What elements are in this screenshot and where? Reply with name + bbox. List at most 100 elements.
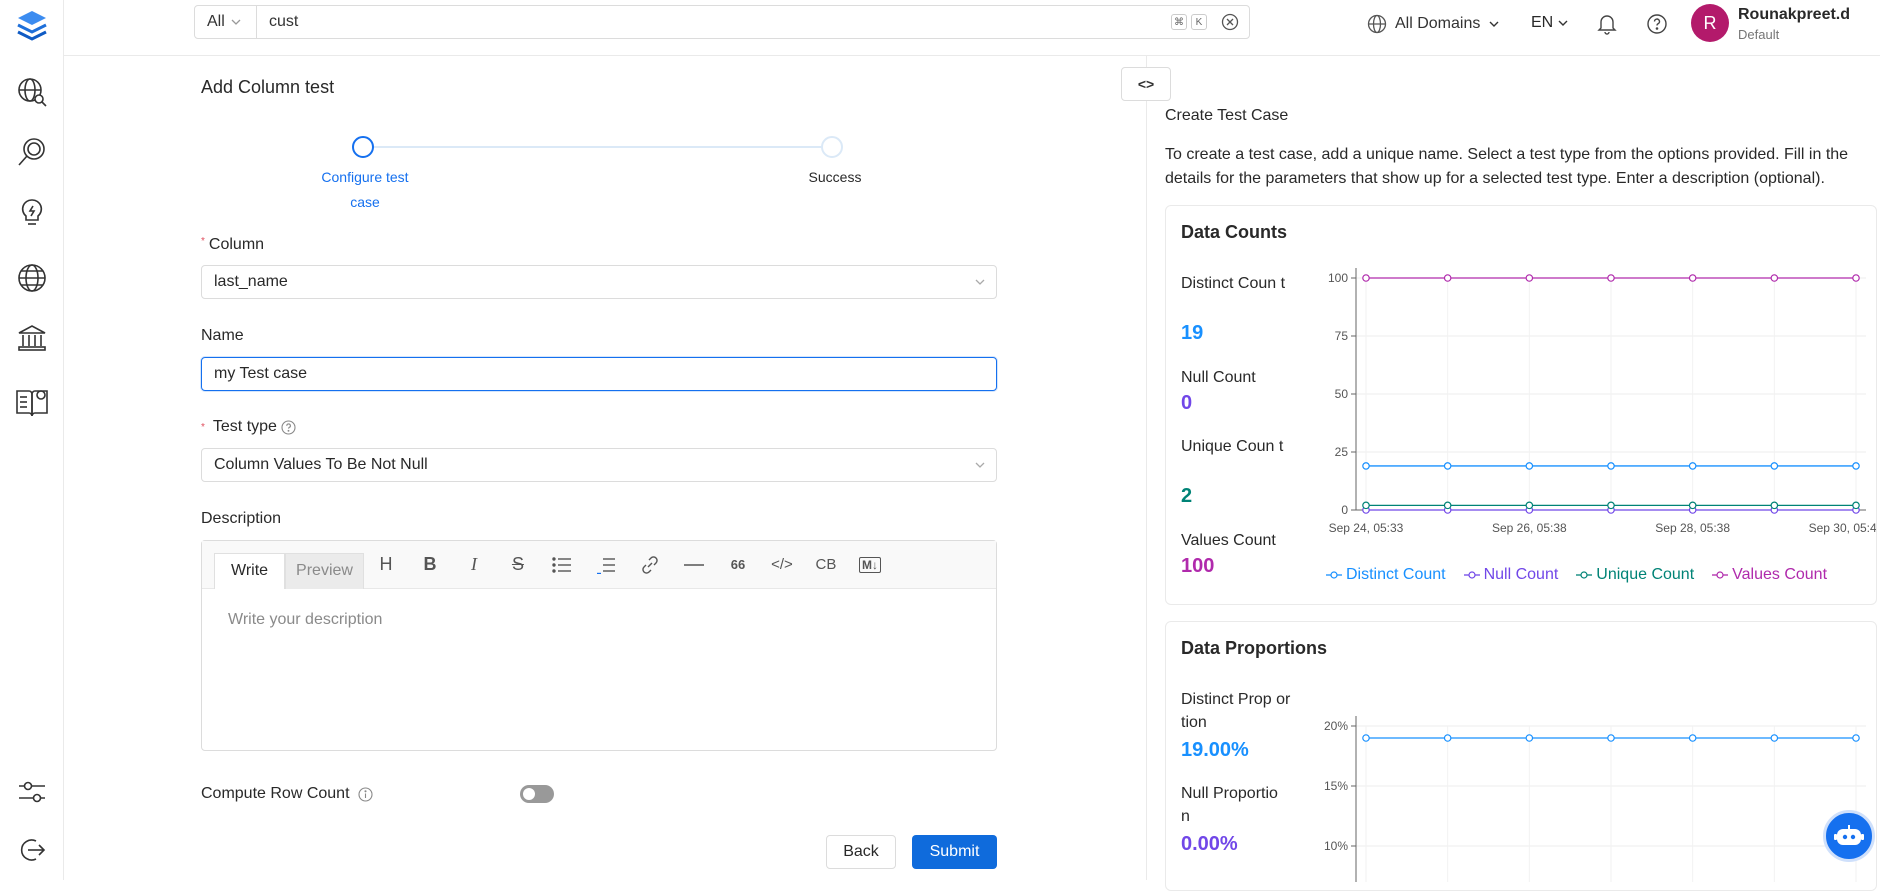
- submit-button[interactable]: Submit: [912, 835, 997, 869]
- app-logo-icon[interactable]: [14, 8, 50, 44]
- heading-glyph: H: [379, 554, 393, 574]
- data-point: [1607, 501, 1615, 510]
- panel-divider[interactable]: [1146, 56, 1147, 880]
- column-select[interactable]: last_name: [201, 265, 997, 299]
- panel-toggle-button[interactable]: <>: [1121, 67, 1171, 101]
- numbered-list-button[interactable]: [584, 545, 628, 585]
- data-point: [1688, 274, 1697, 282]
- chatbot-button[interactable]: [1823, 810, 1875, 862]
- y-tick-label: 100: [1328, 271, 1348, 285]
- search-scope-select[interactable]: All: [195, 6, 257, 38]
- markdown-button[interactable]: M↓: [848, 545, 892, 585]
- horizontal-rule-button[interactable]: [672, 545, 716, 585]
- codeblock-button[interactable]: CB: [804, 545, 848, 585]
- editor-toolbar: Write Preview H B I S 66 </> CB M↓: [202, 541, 996, 589]
- back-button[interactable]: Back: [826, 835, 896, 869]
- tab-write[interactable]: Write: [214, 552, 286, 589]
- toggle-knob: [523, 788, 535, 800]
- code-button[interactable]: </>: [760, 545, 804, 585]
- domains-icon[interactable]: [12, 258, 52, 298]
- search-input[interactable]: cust: [257, 13, 1171, 31]
- legend-marker-icon: [1576, 571, 1593, 579]
- name-input-value: my Test case: [214, 365, 308, 382]
- name-input[interactable]: my Test case: [201, 357, 997, 391]
- metric-label-values-count: Values Count: [1181, 532, 1276, 549]
- y-tick-label: 15%: [1324, 779, 1348, 793]
- data-point: [1443, 462, 1452, 470]
- bullet-list-icon: [552, 556, 571, 573]
- legend-label: Distinct Count: [1346, 566, 1446, 583]
- info-icon[interactable]: [357, 786, 373, 802]
- test-type-select[interactable]: Column Values To Be Not Null: [201, 448, 997, 482]
- help-icon[interactable]: [281, 419, 296, 435]
- required-mark: *: [201, 421, 205, 433]
- settings-sliders-icon[interactable]: [12, 772, 52, 812]
- italic-button[interactable]: I: [452, 545, 496, 585]
- right-panel-description: To create a test case, add a unique name…: [1165, 146, 1849, 187]
- data-point: [1852, 501, 1860, 510]
- clear-search-icon[interactable]: [1221, 13, 1239, 31]
- legend-item[interactable]: Distinct Count: [1326, 566, 1446, 584]
- shortcut-key-cmd: ⌘: [1171, 14, 1187, 30]
- y-tick-label: 0: [1341, 503, 1348, 517]
- metric-value-distinct-count: 19: [1181, 322, 1204, 344]
- chevron-down-icon: [1489, 21, 1499, 27]
- notification-bell-icon[interactable]: [1595, 12, 1619, 36]
- domain-selector[interactable]: All Domains: [1367, 14, 1500, 34]
- language-selector[interactable]: EN: [1531, 14, 1569, 32]
- insights-icon[interactable]: [12, 193, 52, 233]
- chevron-down-icon: [1558, 20, 1568, 26]
- metric-value-distinct-proportion: 19.00%: [1181, 739, 1249, 761]
- explore-icon[interactable]: [12, 72, 52, 112]
- data-point: [1607, 462, 1615, 470]
- metric-value-values-count: 100: [1181, 555, 1215, 577]
- data-point: [1362, 274, 1370, 282]
- metric-value-null-count: 0: [1181, 392, 1193, 414]
- strike-glyph: S: [511, 554, 524, 574]
- docs-icon[interactable]: [12, 382, 52, 422]
- help-icon[interactable]: [1645, 12, 1669, 36]
- shortcut-key-k: K: [1191, 14, 1207, 30]
- test-type-label-text: Test type: [212, 418, 277, 435]
- observability-icon[interactable]: [12, 132, 52, 172]
- code-glyph: </>: [771, 556, 793, 573]
- numbered-list-icon: [596, 557, 615, 574]
- legend-marker-icon: [1712, 571, 1729, 579]
- quote-button[interactable]: 66: [716, 545, 760, 585]
- compute-row-count-text: Compute Row Count: [201, 785, 350, 802]
- step-dot-configure: [352, 136, 374, 158]
- data-point: [1852, 274, 1860, 282]
- legend-item[interactable]: Null Count: [1463, 566, 1558, 584]
- legend-label: Values Count: [1732, 566, 1828, 583]
- tab-preview[interactable]: Preview: [285, 552, 364, 589]
- description-textarea[interactable]: Write your description: [202, 589, 996, 651]
- x-tick-label: Sep 28, 05:38: [1655, 521, 1730, 535]
- user-name[interactable]: Rounakpreet.d: [1738, 6, 1850, 24]
- metric-label-unique-count: Unique Coun t: [1181, 438, 1284, 455]
- stepper-line: [363, 146, 833, 148]
- column-label-text: Column: [208, 236, 265, 253]
- data-point: [1443, 501, 1452, 510]
- y-tick-label: 75: [1335, 329, 1349, 343]
- data-point: [1607, 734, 1615, 742]
- heading-button[interactable]: H: [364, 545, 408, 585]
- avatar[interactable]: R: [1691, 4, 1729, 42]
- legend-item[interactable]: Values Count: [1712, 566, 1827, 584]
- page-title: Add Column test: [201, 77, 335, 97]
- chevron-down-icon: [231, 19, 241, 25]
- horizontal-rule-icon: [683, 563, 704, 566]
- bold-button[interactable]: B: [408, 545, 452, 585]
- strikethrough-button[interactable]: S: [496, 545, 540, 585]
- legend-item[interactable]: Unique Count: [1576, 566, 1694, 584]
- data-point: [1525, 274, 1534, 282]
- data-point: [1443, 274, 1452, 282]
- link-button[interactable]: [628, 545, 672, 585]
- bullet-list-button[interactable]: [540, 545, 584, 585]
- y-tick-label: 10%: [1324, 839, 1348, 853]
- user-role: Default: [1738, 27, 1780, 42]
- compute-row-count-toggle[interactable]: [520, 785, 554, 803]
- logout-icon[interactable]: [12, 830, 52, 870]
- data-point: [1770, 462, 1779, 470]
- step-label-success: Success: [808, 169, 862, 185]
- governance-icon[interactable]: [12, 318, 52, 358]
